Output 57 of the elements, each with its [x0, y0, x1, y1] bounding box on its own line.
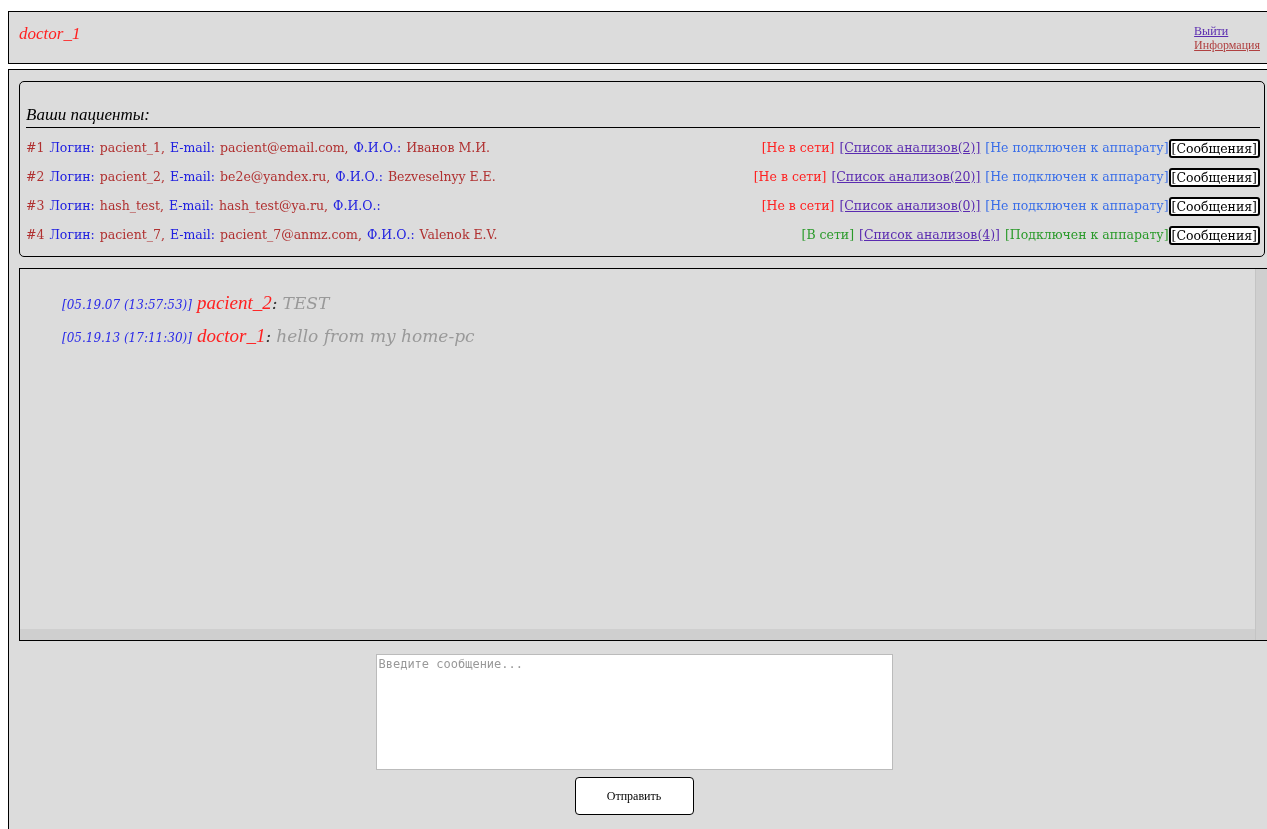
- patients-title: Ваши пациенты:: [26, 104, 1260, 128]
- messages-button[interactable]: [Сообщения]: [1168, 196, 1260, 216]
- patient-number: #3: [26, 196, 45, 215]
- username: doctor_1: [19, 25, 81, 45]
- field-label: Логин:: [49, 225, 95, 244]
- field-value: pacient_7,: [99, 225, 165, 244]
- message-input[interactable]: Введите сообщение...: [375, 654, 893, 770]
- field-value: pacient_2,: [99, 167, 165, 186]
- analyses-link[interactable]: [Список анализов(20)]: [831, 167, 981, 187]
- logout-link[interactable]: Выйти: [1194, 24, 1229, 38]
- message-text: TEST: [282, 292, 330, 315]
- online-status: [В сети]: [801, 225, 855, 244]
- field-label: Ф.И.О.:: [335, 167, 383, 186]
- online-status: [Не в сети]: [761, 196, 835, 215]
- field-label: E-mail:: [169, 167, 216, 186]
- patient-number: #1: [26, 138, 45, 157]
- device-status: [Подключен к аппарату]: [1004, 225, 1169, 244]
- field-label: E-mail:: [169, 138, 216, 157]
- field-value: be2e@yandex.ru,: [220, 167, 331, 186]
- info-link[interactable]: Информация: [1194, 38, 1260, 52]
- field-value: hash_test,: [99, 196, 164, 215]
- field-value: Иванов М.И.: [406, 138, 491, 157]
- field-label: Логин:: [49, 167, 95, 186]
- messages-button[interactable]: [Сообщения]: [1168, 138, 1260, 158]
- device-status: [Не подключен к аппарату]: [985, 167, 1169, 186]
- messages-button[interactable]: [Сообщения]: [1168, 225, 1260, 245]
- field-value: Bezveselnyy E.E.: [387, 167, 496, 186]
- field-label: Логин:: [49, 138, 95, 157]
- field-value: pacient_1,: [99, 138, 165, 157]
- message-time: [05.19.07 (13:57:53)]: [62, 297, 192, 314]
- author-separator: :: [265, 324, 272, 348]
- field-label: Ф.И.О.:: [353, 138, 402, 157]
- send-button[interactable]: Отправить: [574, 777, 694, 815]
- online-status: [Не в сети]: [761, 138, 835, 157]
- patient-number: #4: [26, 225, 45, 244]
- messages-button[interactable]: [Сообщения]: [1168, 167, 1260, 187]
- field-value: Valenok E.V.: [419, 225, 498, 244]
- message-author: pacient_2: [196, 291, 272, 315]
- patient-number: #2: [26, 167, 45, 186]
- message-time: [05.19.13 (17:11:30)]: [62, 329, 192, 347]
- field-value: hash_test@ya.ru,: [219, 196, 329, 215]
- message-author: doctor_1: [196, 323, 266, 348]
- field-label: Логин:: [49, 196, 95, 215]
- field-label: E-mail:: [169, 225, 216, 244]
- field-value: pacient@email.com,: [220, 138, 349, 157]
- field-label: Ф.И.О.:: [366, 225, 415, 244]
- field-label: Ф.И.О.:: [333, 196, 381, 215]
- field-label: E-mail:: [168, 196, 214, 215]
- message-text: hello from my home-pc: [276, 324, 475, 348]
- online-status: [Не в сети]: [753, 167, 827, 186]
- field-value: pacient_7@anmz.com,: [220, 225, 362, 244]
- analyses-link[interactable]: [Список анализов(4)]: [859, 225, 1000, 245]
- analyses-link[interactable]: [Список анализов(0)]: [839, 196, 981, 216]
- device-status: [Не подключен к аппарату]: [985, 138, 1169, 157]
- author-separator: :: [271, 292, 278, 315]
- analyses-link[interactable]: [Список анализов(2)]: [839, 138, 981, 158]
- device-status: [Не подключен к аппарату]: [985, 196, 1169, 215]
